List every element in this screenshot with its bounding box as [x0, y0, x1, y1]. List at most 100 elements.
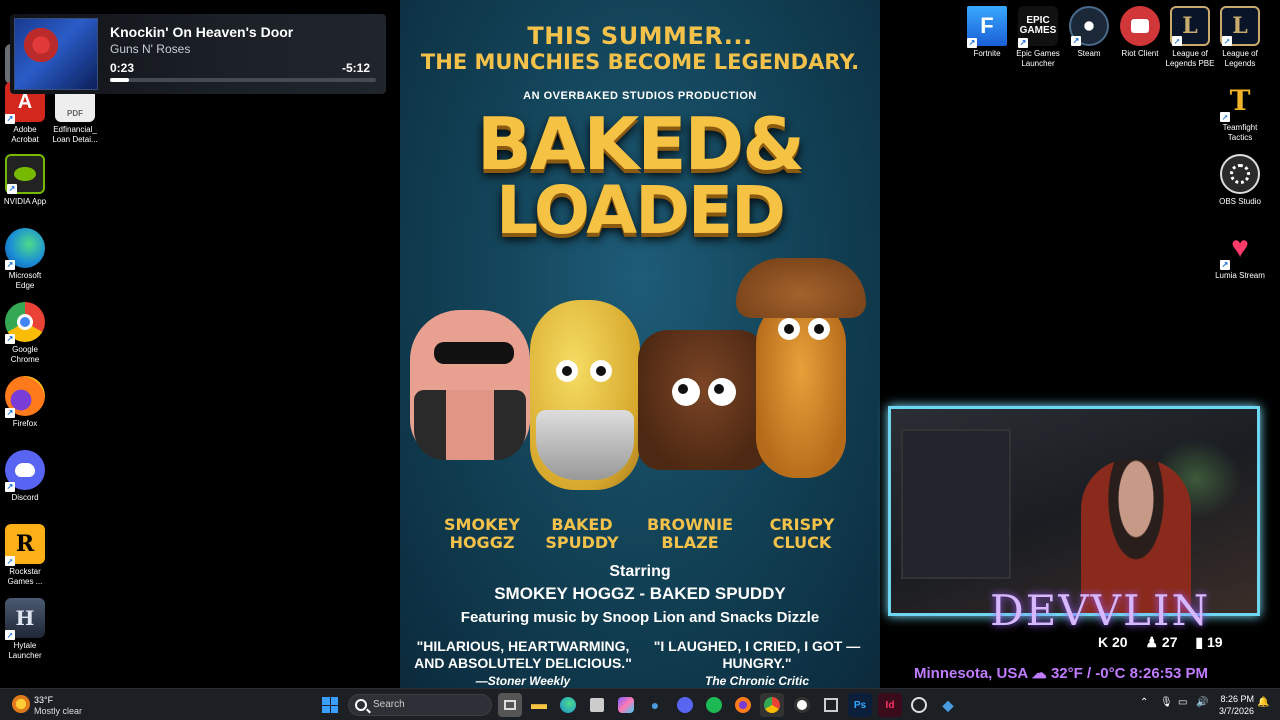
- character-name-2: BAKED SPUDDY: [545, 515, 619, 552]
- poster-starring-names: SMOKEY HOGGZ - BAKED SPUDDY: [494, 584, 786, 603]
- taskbar-indesign[interactable]: Id: [878, 693, 902, 717]
- desktop-icon-label: Adobe Acrobat: [11, 125, 39, 144]
- poster-tagline-1: THIS SUMMER...: [527, 22, 753, 50]
- playback-progress-bar[interactable]: [110, 78, 376, 82]
- desktop-icon-lumia-stream[interactable]: ♥ ↗ Lumia Stream: [1215, 228, 1265, 281]
- desktop-icon-label: OBS Studio: [1219, 197, 1261, 206]
- desktop-icon-teamfight-tactics[interactable]: T ↗ Teamfight Tactics: [1215, 80, 1265, 143]
- desktop-icon-nvidia-app[interactable]: ↗ NVIDIA App: [0, 154, 50, 207]
- desktop-icon-steam[interactable]: ↗ Steam: [1064, 6, 1114, 59]
- weather-temperature: 33°F: [34, 695, 54, 705]
- desktop-icon-label: NVIDIA App: [3, 197, 47, 206]
- desktop-icon-rockstar-games[interactable]: R ↗ Rockstar Games ...: [0, 524, 50, 587]
- shortcut-arrow-icon: ↗: [5, 114, 15, 124]
- desktop-icon-label: Riot Client: [1121, 49, 1159, 58]
- desktop-icon-label: Microsoft Edge: [8, 271, 42, 290]
- desktop-icon-label: Teamfight Tactics: [1222, 123, 1258, 142]
- desktop-icon-league-pbe[interactable]: L ↗ League of Legends PBE: [1165, 6, 1215, 69]
- remaining-time: -5:12: [341, 61, 370, 75]
- desktop-icon-epic-games[interactable]: EPIC GAMES ↗ Epic Games Launcher: [1013, 6, 1063, 69]
- desktop-icon-hytale-launcher[interactable]: H ↗ Hytale Launcher: [0, 598, 50, 661]
- steam-icon: ◆: [942, 696, 954, 713]
- taskbar-copilot[interactable]: [614, 693, 638, 717]
- taskbar-steam-2[interactable]: ◆: [936, 693, 960, 717]
- taskbar-steam[interactable]: ●: [643, 693, 667, 717]
- stream-stats: K 20 ♟ 27 ▮ 19: [1098, 634, 1237, 654]
- shortcut-arrow-icon: ↗: [5, 408, 15, 418]
- weather-description: Mostly clear: [34, 706, 83, 716]
- nvidia-icon: ↗: [5, 154, 45, 194]
- desktop-icon-label: Lumia Stream: [1215, 271, 1265, 280]
- stat-viewers: ▮ 19: [1195, 634, 1223, 650]
- taskbar-firefox[interactable]: [731, 693, 755, 717]
- desktop-icon-label: Fortnite: [973, 49, 1001, 58]
- weather-sun-icon: [12, 695, 30, 713]
- fortnite-icon: F ↗: [967, 6, 1007, 48]
- obs-icon: [911, 697, 927, 713]
- league-pbe-icon: L ↗: [1170, 6, 1210, 46]
- shortcut-arrow-icon: ↗: [967, 38, 977, 48]
- taskbar-spotify[interactable]: [702, 693, 726, 717]
- shortcut-arrow-icon: ↗: [5, 630, 15, 640]
- firefox-icon: ↗: [5, 376, 45, 418]
- shortcut-arrow-icon: ↗: [5, 556, 15, 566]
- desktop-icon-obs-studio[interactable]: OBS Studio: [1215, 154, 1265, 207]
- search-placeholder: Search: [373, 699, 405, 710]
- taskbar-store[interactable]: [585, 693, 609, 717]
- desktop-icon-riot-client[interactable]: Riot Client: [1115, 6, 1165, 59]
- chicken-character-illustration: [736, 258, 876, 488]
- taskbar-photoshop[interactable]: Ps: [848, 693, 872, 717]
- pdf-badge: PDF: [67, 109, 83, 118]
- taskbar-discord[interactable]: [673, 693, 697, 717]
- desktop-icon-google-chrome[interactable]: ↗ Google Chrome: [0, 302, 50, 365]
- character-name-1: SMOKEY HOGGZ: [444, 515, 520, 552]
- shortcut-arrow-icon: ↗: [7, 184, 17, 194]
- desktop: Re A↗ Adobe Acrobat PDF Edfinancial_ Loa…: [0, 0, 1280, 688]
- task-view-icon: [504, 700, 516, 710]
- xbox-icon: [794, 697, 810, 713]
- desktop-icon-microsoft-edge[interactable]: ↗ Microsoft Edge: [0, 228, 50, 291]
- poster-quote-2: "I LAUGHED, I CRIED, I GOT —HUNGRY.": [653, 638, 861, 671]
- stat-kick: K 20: [1098, 634, 1128, 650]
- track-artist: Guns N' Roses: [110, 42, 191, 56]
- desktop-icon-firefox[interactable]: ↗ Firefox: [0, 376, 50, 429]
- taskbar-xbox[interactable]: [790, 693, 814, 717]
- taskbar-edge[interactable]: [556, 693, 580, 717]
- shortcut-arrow-icon: ↗: [1222, 36, 1232, 46]
- taskbar-file-explorer[interactable]: ▬: [527, 693, 551, 717]
- desktop-icon-discord[interactable]: ↗ Discord: [0, 450, 50, 503]
- windows-logo-icon: [322, 697, 338, 713]
- tft-icon: T ↗: [1220, 83, 1251, 122]
- volume-icon[interactable]: 🔊: [1196, 697, 1208, 708]
- shortcut-arrow-icon: ↗: [1018, 38, 1028, 48]
- character-name-4: CRISPY CLUCK: [769, 515, 835, 552]
- desktop-icon-fortnite[interactable]: F ↗ Fortnite: [962, 6, 1012, 59]
- microphone-icon[interactable]: 🎙: [1160, 697, 1173, 708]
- start-button[interactable]: [318, 693, 342, 717]
- album-art: [14, 18, 98, 90]
- poster-quote-2-source: The Chronic Critic: [704, 674, 809, 688]
- shortcut-arrow-icon: ↗: [5, 334, 15, 344]
- store-icon: [590, 698, 604, 712]
- discord-icon: [677, 697, 693, 713]
- show-hidden-icons-chevron-icon[interactable]: ⌃: [1140, 697, 1148, 708]
- taskbar-clock[interactable]: 8:26 PM 3/7/2026: [1219, 693, 1254, 717]
- shortcut-arrow-icon: ↗: [1172, 36, 1182, 46]
- taskbar-snipping-tool[interactable]: [819, 693, 843, 717]
- copilot-icon: [618, 697, 634, 713]
- task-view-button[interactable]: [498, 693, 522, 717]
- taskbar-chrome[interactable]: [760, 693, 784, 717]
- now-playing-widget[interactable]: Knockin' On Heaven's Door Guns N' Roses …: [10, 14, 386, 94]
- taskbar-search[interactable]: Search: [348, 694, 492, 716]
- network-icon[interactable]: ▭: [1178, 697, 1187, 708]
- notification-bell-icon[interactable]: 🔔: [1257, 697, 1269, 708]
- desktop-icon-label: Steam: [1077, 49, 1101, 58]
- taskbar: 33°F Mostly clear Search ▬ ● Ps Id ◆ ⌃ 🎙…: [0, 688, 1280, 720]
- desktop-icon-label: Discord: [11, 493, 39, 502]
- steam-icon: ↗: [1069, 6, 1109, 46]
- desktop-icon-label: Hytale Launcher: [8, 641, 42, 660]
- desktop-icon-league[interactable]: L ↗ League of Legends: [1215, 6, 1265, 69]
- desktop-icon-label: League of Legends: [1222, 49, 1258, 68]
- poster-title-line-2: LOADED: [496, 172, 786, 249]
- taskbar-obs[interactable]: [907, 693, 931, 717]
